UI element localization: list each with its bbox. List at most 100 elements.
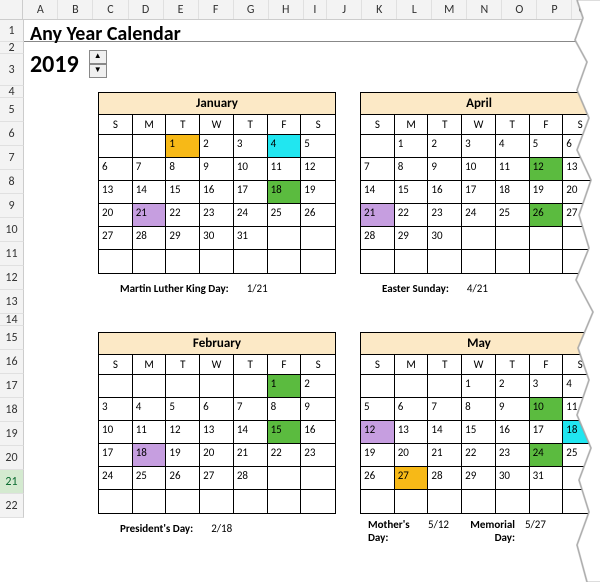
day-cell[interactable]: 15 bbox=[166, 181, 200, 204]
col-header-A[interactable]: A bbox=[23, 0, 58, 19]
day-cell[interactable]: 14 bbox=[133, 181, 167, 204]
day-cell[interactable]: 2 bbox=[496, 375, 530, 398]
day-cell[interactable] bbox=[133, 250, 167, 273]
day-cell[interactable]: 18 bbox=[496, 181, 530, 204]
day-cell[interactable]: 21 bbox=[133, 204, 167, 227]
row-header-19[interactable]: 19 bbox=[0, 422, 24, 446]
day-cell[interactable] bbox=[361, 250, 395, 273]
col-header-H[interactable]: H bbox=[269, 0, 304, 19]
day-cell[interactable]: 26 bbox=[301, 204, 335, 227]
day-cell[interactable]: 13 bbox=[99, 181, 133, 204]
day-cell[interactable]: 7 bbox=[133, 158, 167, 181]
col-header-E[interactable]: E bbox=[164, 0, 199, 19]
col-header-O[interactable]: O bbox=[502, 0, 537, 19]
day-cell[interactable] bbox=[563, 227, 597, 250]
col-header-C[interactable]: C bbox=[93, 0, 128, 19]
day-cell[interactable]: 17 bbox=[530, 421, 564, 444]
day-cell[interactable]: 5 bbox=[530, 135, 564, 158]
col-header-P[interactable]: P bbox=[537, 0, 572, 19]
day-cell[interactable]: 13 bbox=[563, 158, 597, 181]
row-header-9[interactable]: 9 bbox=[0, 194, 24, 218]
day-cell[interactable] bbox=[395, 250, 429, 273]
day-cell[interactable]: 10 bbox=[234, 158, 268, 181]
day-cell[interactable]: 20 bbox=[99, 204, 133, 227]
day-cell[interactable]: 28 bbox=[361, 227, 395, 250]
day-cell[interactable]: 19 bbox=[361, 444, 395, 467]
day-cell[interactable]: 2 bbox=[428, 135, 462, 158]
day-cell[interactable]: 6 bbox=[99, 158, 133, 181]
col-header-G[interactable]: G bbox=[234, 0, 269, 19]
day-cell[interactable]: 12 bbox=[166, 421, 200, 444]
day-cell[interactable] bbox=[200, 490, 234, 513]
day-cell[interactable]: 19 bbox=[301, 181, 335, 204]
day-cell[interactable]: 14 bbox=[428, 421, 462, 444]
day-cell[interactable] bbox=[301, 467, 335, 490]
day-cell[interactable]: 26 bbox=[530, 204, 564, 227]
day-cell[interactable] bbox=[361, 490, 395, 513]
row-header-7[interactable]: 7 bbox=[0, 146, 24, 170]
day-cell[interactable]: 8 bbox=[462, 398, 496, 421]
row-header-20[interactable]: 20 bbox=[0, 446, 24, 470]
day-cell[interactable]: 27 bbox=[395, 467, 429, 490]
day-cell[interactable]: 29 bbox=[395, 227, 429, 250]
day-cell[interactable]: 3 bbox=[530, 375, 564, 398]
day-cell[interactable] bbox=[361, 135, 395, 158]
day-cell[interactable]: 25 bbox=[268, 204, 302, 227]
row-header-3[interactable]: 3 bbox=[0, 54, 24, 86]
day-cell[interactable] bbox=[530, 490, 564, 513]
day-cell[interactable]: 4 bbox=[133, 398, 167, 421]
day-cell[interactable]: 2 bbox=[301, 375, 335, 398]
day-cell[interactable]: 18 bbox=[133, 444, 167, 467]
day-cell[interactable]: 6 bbox=[395, 398, 429, 421]
day-cell[interactable]: 14 bbox=[234, 421, 268, 444]
day-cell[interactable]: 3 bbox=[234, 135, 268, 158]
day-cell[interactable]: 15 bbox=[268, 421, 302, 444]
col-header-D[interactable]: D bbox=[129, 0, 164, 19]
day-cell[interactable]: 19 bbox=[530, 181, 564, 204]
day-cell[interactable]: 11 bbox=[268, 158, 302, 181]
day-cell[interactable]: 15 bbox=[462, 421, 496, 444]
day-cell[interactable]: 20 bbox=[395, 444, 429, 467]
day-cell[interactable] bbox=[395, 375, 429, 398]
day-cell[interactable] bbox=[496, 250, 530, 273]
day-cell[interactable] bbox=[268, 490, 302, 513]
row-header-21[interactable]: 21 bbox=[0, 470, 24, 494]
day-cell[interactable] bbox=[268, 227, 302, 250]
day-cell[interactable] bbox=[301, 227, 335, 250]
day-cell[interactable]: 22 bbox=[268, 444, 302, 467]
day-cell[interactable] bbox=[301, 250, 335, 273]
day-cell[interactable]: 21 bbox=[234, 444, 268, 467]
day-cell[interactable]: 13 bbox=[395, 421, 429, 444]
day-cell[interactable]: 5 bbox=[166, 398, 200, 421]
day-cell[interactable] bbox=[428, 375, 462, 398]
day-cell[interactable]: 23 bbox=[200, 204, 234, 227]
day-cell[interactable] bbox=[234, 375, 268, 398]
day-cell[interactable]: 30 bbox=[428, 227, 462, 250]
day-cell[interactable]: 1 bbox=[395, 135, 429, 158]
day-cell[interactable]: 11 bbox=[563, 398, 597, 421]
day-cell[interactable]: 22 bbox=[395, 204, 429, 227]
day-cell[interactable] bbox=[496, 227, 530, 250]
day-cell[interactable]: 25 bbox=[496, 204, 530, 227]
day-cell[interactable] bbox=[428, 250, 462, 273]
day-cell[interactable]: 19 bbox=[166, 444, 200, 467]
day-cell[interactable] bbox=[166, 375, 200, 398]
day-cell[interactable]: 11 bbox=[496, 158, 530, 181]
row-header-10[interactable]: 10 bbox=[0, 218, 24, 242]
day-cell[interactable]: 14 bbox=[361, 181, 395, 204]
spinner-up[interactable]: ▲ bbox=[89, 50, 107, 64]
row-header-18[interactable]: 18 bbox=[0, 398, 24, 422]
row-header-12[interactable]: 12 bbox=[0, 266, 24, 290]
day-cell[interactable]: 10 bbox=[530, 398, 564, 421]
day-cell[interactable]: 9 bbox=[428, 158, 462, 181]
day-cell[interactable] bbox=[133, 135, 167, 158]
day-cell[interactable] bbox=[428, 490, 462, 513]
day-cell[interactable] bbox=[133, 375, 167, 398]
day-cell[interactable]: 9 bbox=[200, 158, 234, 181]
day-cell[interactable] bbox=[462, 250, 496, 273]
day-cell[interactable]: 15 bbox=[395, 181, 429, 204]
col-header-B[interactable]: B bbox=[58, 0, 93, 19]
day-cell[interactable]: 6 bbox=[563, 135, 597, 158]
day-cell[interactable] bbox=[200, 250, 234, 273]
day-cell[interactable]: 29 bbox=[166, 227, 200, 250]
